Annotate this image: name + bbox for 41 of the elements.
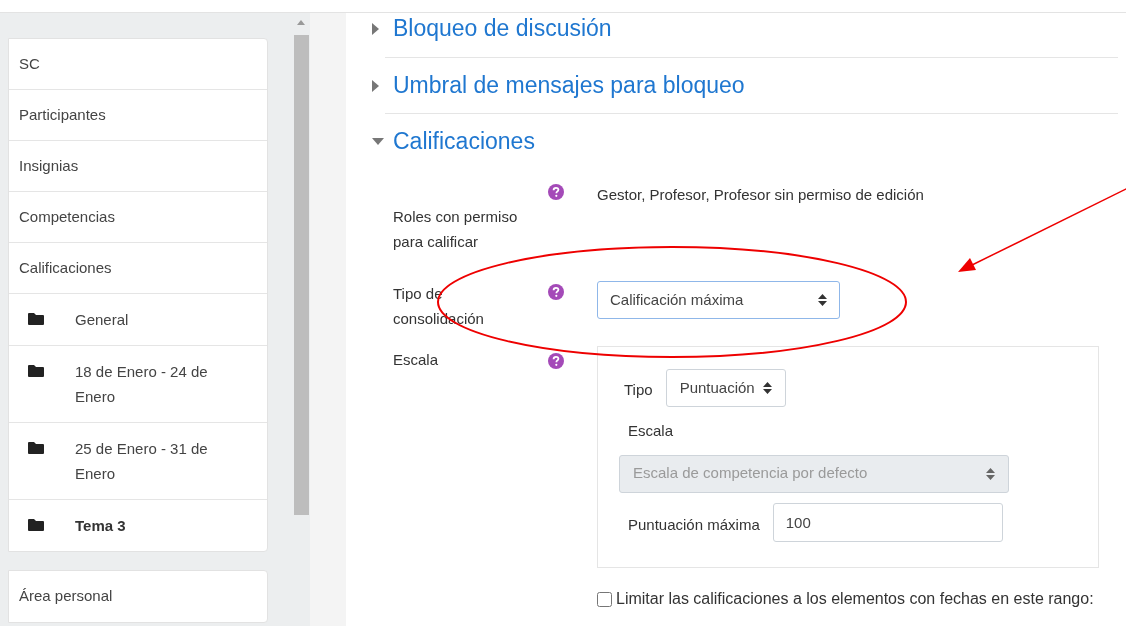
sidebar-item[interactable]: Área personal	[19, 585, 113, 608]
aggregation-select[interactable]: Calificación máxima	[597, 281, 840, 319]
max-grade-input[interactable]: 100	[772, 502, 1003, 542]
expand-caret-icon[interactable]	[372, 79, 380, 92]
checkbox-label: Limitar las calificaciones a los elementos con fechas en este rango:	[616, 589, 1094, 609]
collapse-caret-icon[interactable]	[372, 137, 384, 146]
field-label: Escala	[393, 350, 440, 370]
sidebar-item[interactable]: Participantes	[19, 103, 106, 127]
folder-icon	[27, 518, 45, 532]
field-label: Puntuación máxima	[628, 514, 760, 535]
scrollbar[interactable]	[292, 13, 310, 626]
help-icon[interactable]	[548, 284, 564, 300]
help-icon[interactable]	[548, 353, 564, 369]
scroll-up-icon[interactable]	[297, 20, 305, 25]
sidebar-item[interactable]: 25 de Enero - 31 de Enero	[75, 436, 230, 486]
sidebar-item[interactable]: Insignias	[19, 154, 79, 178]
field-value: Gestor, Profesor, Profesor sin permiso de edición	[597, 185, 924, 205]
field-label: Escala	[627, 421, 675, 441]
folder-icon	[27, 312, 45, 326]
type-select[interactable]: Puntuación	[665, 369, 786, 407]
section-heading[interactable]: Calificaciones	[393, 124, 535, 159]
sidebar-item[interactable]: Calificaciones	[19, 256, 112, 280]
field-label: Tipo	[624, 379, 653, 400]
help-icon[interactable]	[548, 184, 564, 200]
folder-icon	[27, 364, 45, 378]
field-label: Roles con permiso para calificar	[393, 207, 519, 252]
section-heading[interactable]: Bloqueo de discusión	[393, 11, 612, 46]
sidebar-item[interactable]: SC	[19, 52, 40, 76]
sidebar-item[interactable]: General	[75, 307, 129, 332]
updown-icon	[986, 467, 995, 480]
limit-checkbox[interactable]	[597, 591, 612, 607]
sidebar-item[interactable]: 18 de Enero - 24 de Enero	[75, 359, 230, 409]
sidebar-item[interactable]: Tema 3	[75, 513, 126, 538]
updown-icon	[762, 382, 772, 394]
updown-icon	[818, 294, 827, 306]
folder-icon	[27, 441, 45, 455]
section-heading[interactable]: Umbral de mensajes para bloqueo	[393, 68, 745, 103]
scrollbar-thumb[interactable]	[293, 35, 309, 515]
sidebar-item[interactable]: Competencias	[19, 205, 115, 229]
scale-select: Escala de competencia por defecto	[619, 454, 1009, 493]
expand-caret-icon[interactable]	[372, 22, 380, 35]
